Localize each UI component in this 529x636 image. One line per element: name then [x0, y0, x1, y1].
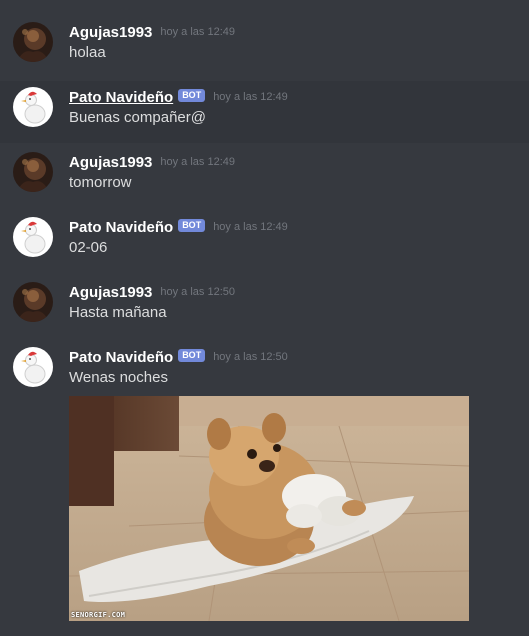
gif-watermark: SENORGIF.COM [71, 611, 126, 619]
message-item[interactable]: Pato Navideño BOT hoy a las 12:49 02-06 [0, 211, 529, 273]
timestamp: hoy a las 12:50 [160, 286, 236, 298]
chat-messages: Agujas1993 hoy a las 12:49 holaa Pato Na… [0, 0, 529, 636]
user-avatar[interactable] [13, 22, 53, 62]
message-content: tomorrow [69, 174, 132, 191]
bot-avatar[interactable] [13, 347, 53, 387]
message-item[interactable]: Pato Navideño BOT hoy a las 12:50 Wenas … [0, 341, 529, 403]
username[interactable]: Pato Navideño [69, 219, 173, 236]
puppy-image [69, 396, 469, 621]
message-item[interactable]: Agujas1993 hoy a las 12:50 Hasta mañana [0, 276, 529, 338]
username[interactable]: Agujas1993 [69, 284, 152, 301]
message-content: Hasta mañana [69, 304, 167, 321]
message-content: Buenas compañer@ [69, 109, 206, 126]
timestamp: hoy a las 12:49 [213, 221, 288, 233]
user-avatar[interactable] [13, 152, 53, 192]
message-content: Wenas noches [69, 369, 168, 386]
username[interactable]: Agujas1993 [69, 154, 152, 171]
message-header: Agujas1993 hoy a las 12:49 [69, 22, 235, 42]
bot-avatar[interactable] [13, 87, 53, 127]
bot-tag: BOT [178, 218, 206, 232]
message-content: 02-06 [69, 239, 108, 256]
message-item[interactable]: Agujas1993 hoy a las 12:49 tomorrow [0, 146, 529, 208]
message-header: Pato Navideño BOT hoy a las 12:49 [69, 217, 288, 237]
timestamp: hoy a las 12:50 [213, 351, 288, 363]
message-header: Pato Navideño BOT hoy a las 12:50 [69, 347, 288, 367]
bot-tag: BOT [178, 88, 206, 102]
timestamp: hoy a las 12:49 [213, 91, 288, 103]
username[interactable]: Pato Navideño [69, 349, 173, 366]
bot-avatar[interactable] [13, 217, 53, 257]
message-header: Pato Navideño BOT hoy a las 12:49 [69, 87, 288, 107]
message-item[interactable]: Pato Navideño BOT hoy a las 12:49 Buenas… [0, 81, 529, 143]
timestamp: hoy a las 12:49 [160, 26, 236, 38]
bot-tag: BOT [178, 348, 206, 362]
user-avatar[interactable] [13, 282, 53, 322]
gif-embed[interactable]: SENORGIF.COM [69, 396, 469, 621]
message-header: Agujas1993 hoy a las 12:49 [69, 152, 235, 172]
timestamp: hoy a las 12:49 [160, 156, 236, 168]
message-header: Agujas1993 hoy a las 12:50 [69, 282, 235, 302]
message-item[interactable]: Agujas1993 hoy a las 12:49 holaa [0, 16, 529, 78]
username[interactable]: Pato Navideño [69, 89, 173, 106]
username[interactable]: Agujas1993 [69, 24, 152, 41]
message-content: holaa [69, 44, 106, 61]
